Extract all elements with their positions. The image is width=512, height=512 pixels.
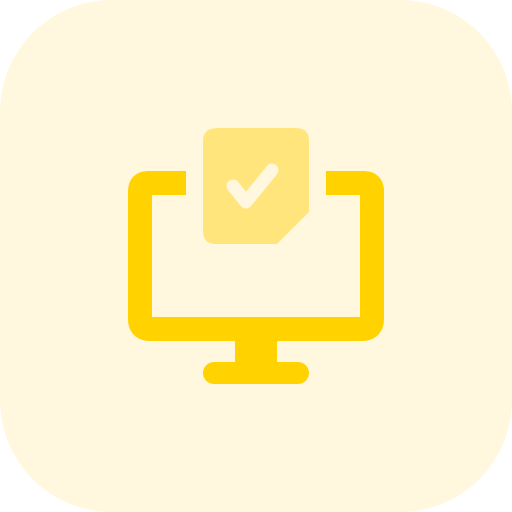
app-icon-tile: [0, 0, 512, 512]
tile-background: [0, 0, 512, 512]
monitor-base: [203, 362, 309, 384]
monitor-document-check-icon: [0, 0, 512, 512]
